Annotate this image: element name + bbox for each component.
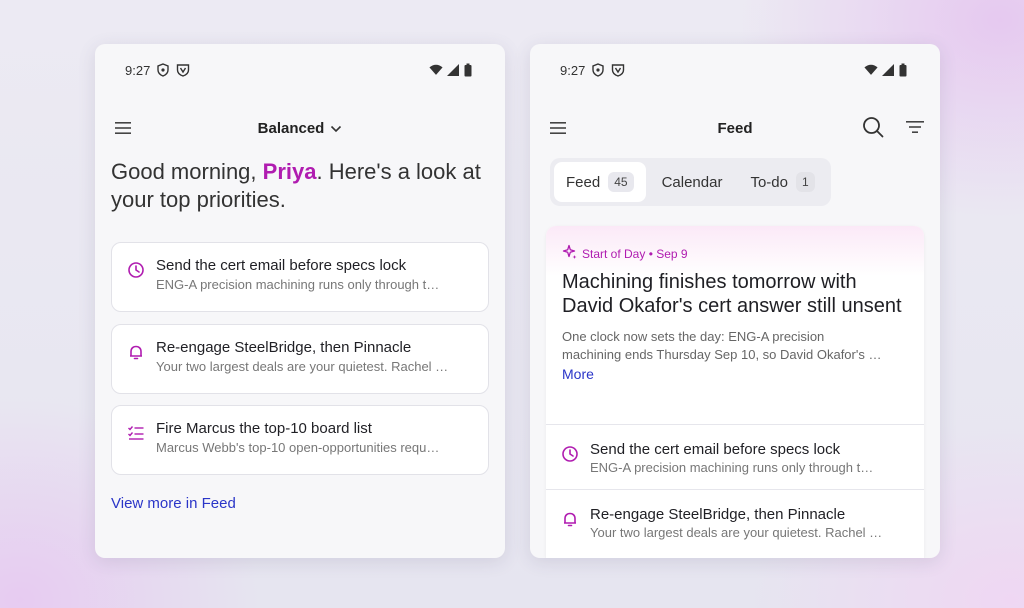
mode-selector[interactable]: Balanced xyxy=(258,120,343,137)
feed-item[interactable]: Send the cert email before specs lock EN… xyxy=(546,424,924,488)
greeting-text: Good morning, Priya. Here's a look at yo… xyxy=(111,158,485,214)
checklist-icon xyxy=(127,424,145,442)
greeting-prefix: Good morning, xyxy=(111,159,263,184)
feed-tabs: Feed 45 Calendar To-do 1 xyxy=(550,158,831,206)
view-more-in-feed-link[interactable]: View more in Feed xyxy=(111,495,236,512)
priority-card-title: Re-engage SteelBridge, then Pinnacle xyxy=(156,339,412,356)
mode-title: Balanced xyxy=(257,119,325,137)
priority-card-title: Send the cert email before specs lock xyxy=(156,257,407,274)
summary-line: One clock now sets the day: ENG-A precis… xyxy=(562,329,825,344)
tab-label: Calendar xyxy=(661,173,723,191)
priority-card[interactable]: Re-engage SteelBridge, then Pinnacle You… xyxy=(111,324,489,394)
status-bar: 9:27 xyxy=(560,58,912,82)
priority-card-subtitle: Your two largest deals are your quietest… xyxy=(156,359,449,374)
priority-card-subtitle: Marcus Webb's top-10 open-opportunities … xyxy=(156,440,440,455)
status-time: 9:27 xyxy=(560,62,586,78)
tab-label: Feed xyxy=(566,173,601,191)
tab-count-badge: 45 xyxy=(608,172,634,192)
priority-card-title: Fire Marcus the top-10 board list xyxy=(156,420,372,437)
app-bar: Feed xyxy=(530,108,940,148)
start-of-day-label: Start of Day • Sep 9 xyxy=(582,246,688,261)
chevron-down-icon xyxy=(330,120,342,137)
sparkle-icon xyxy=(562,244,578,263)
feed-item-title: Send the cert email before specs lock xyxy=(590,441,841,458)
feed-item-title: Re-engage SteelBridge, then Pinnacle xyxy=(590,506,846,523)
vpn-icon xyxy=(176,63,190,77)
feed-item[interactable]: Re-engage SteelBridge, then Pinnacle You… xyxy=(546,489,924,553)
page-title: Feed xyxy=(717,119,753,137)
tab-count-badge: 1 xyxy=(795,172,815,192)
search-icon[interactable] xyxy=(862,116,884,142)
tab-label: To-do xyxy=(750,173,788,191)
tab-calendar[interactable]: Calendar xyxy=(650,162,735,202)
status-bar: 9:27 xyxy=(125,58,477,82)
battery-icon xyxy=(463,63,477,77)
feed-item-subtitle: Your two largest deals are your quietest… xyxy=(590,525,883,540)
start-of-day-header: Start of Day • Sep 9 xyxy=(546,226,924,276)
battery-icon xyxy=(898,63,912,77)
filter-icon[interactable] xyxy=(906,120,924,138)
signal-icon xyxy=(446,63,460,77)
start-of-day-summary: One clock now sets the day: ENG-A precis… xyxy=(546,328,924,364)
priority-card-subtitle: ENG-A precision machining runs only thro… xyxy=(156,277,440,292)
tab-todo[interactable]: To-do 1 xyxy=(738,162,826,202)
right-phone-screen: 9:27 Feed Feed 45 Calendar To-do 1 Start… xyxy=(530,44,940,558)
shield-icon xyxy=(156,63,170,77)
tab-feed[interactable]: Feed 45 xyxy=(554,162,646,202)
app-bar: Balanced xyxy=(95,108,505,148)
user-name: Priya xyxy=(262,159,317,184)
wifi-icon xyxy=(864,63,878,77)
clock-icon xyxy=(127,261,145,279)
signal-icon xyxy=(881,63,895,77)
start-of-day-headline[interactable]: Machining finishes tomorrow with David O… xyxy=(546,270,924,318)
status-time: 9:27 xyxy=(125,62,151,78)
more-link[interactable]: More xyxy=(546,366,924,382)
bell-icon xyxy=(127,343,145,361)
hamburger-menu-icon[interactable] xyxy=(546,116,570,140)
priority-card[interactable]: Fire Marcus the top-10 board list Marcus… xyxy=(111,405,489,475)
bell-icon xyxy=(561,510,579,528)
wifi-icon xyxy=(429,63,443,77)
clock-icon xyxy=(561,445,579,463)
summary-line: machining ends Thursday Sep 10, so David… xyxy=(562,347,882,362)
feed-list: Start of Day • Sep 9 Machining finishes … xyxy=(546,226,924,558)
feed-item-subtitle: ENG-A precision machining runs only thro… xyxy=(590,460,874,475)
priority-card[interactable]: Send the cert email before specs lock EN… xyxy=(111,242,489,312)
hamburger-menu-icon[interactable] xyxy=(111,116,135,140)
left-phone-screen: 9:27 Balanced Good morning, Priya. Here'… xyxy=(95,44,505,558)
vpn-icon xyxy=(611,63,625,77)
shield-icon xyxy=(591,63,605,77)
